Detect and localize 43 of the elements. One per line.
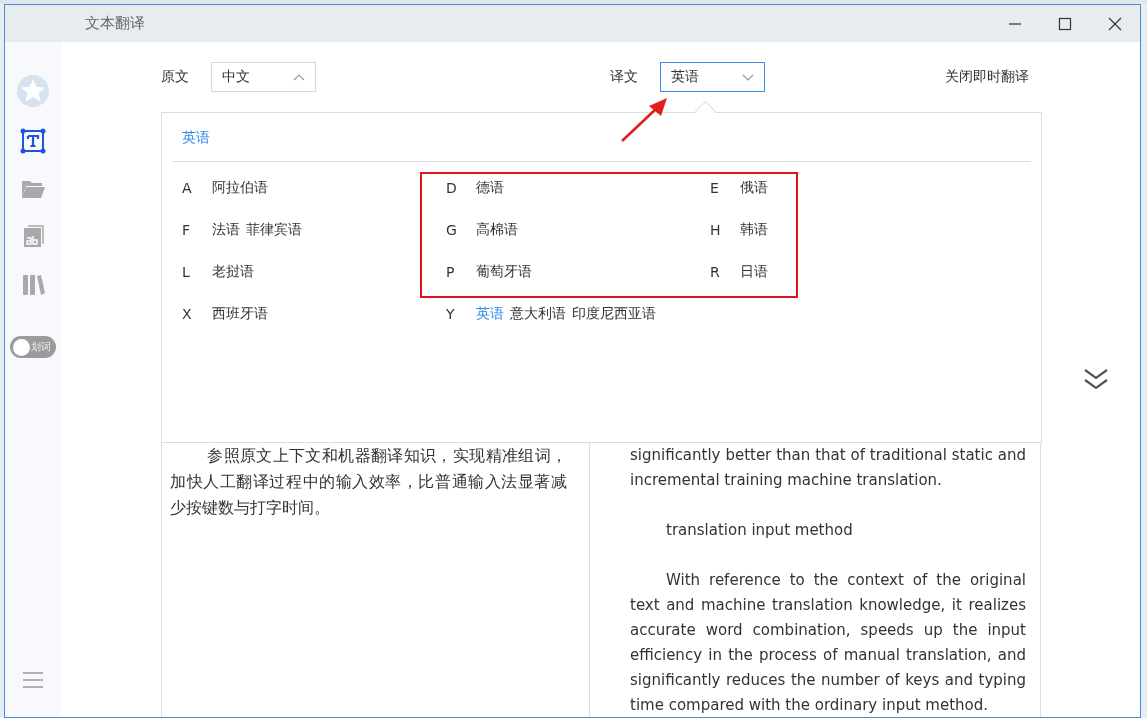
language-option[interactable]: 英语: [476, 305, 504, 323]
maximize-icon[interactable]: [1058, 16, 1072, 31]
source-paragraph: 参照原文上下文和机器翻译知识，实现精准组词，加快人工翻译过程中的输入效率，比普通输入法显著减少按键数与打字时间。: [170, 446, 567, 519]
index-letter: R: [710, 264, 721, 280]
target-language-dropdown[interactable]: 英语: [660, 62, 765, 92]
language-option[interactable]: 阿拉伯语: [212, 179, 268, 197]
language-option[interactable]: 西班牙语: [212, 305, 268, 323]
translation-paragraph: With reference to the context of the original text and machine translation knowledge, it realizes accurate word combination, speeds up the input efficiency in the process of manual translation, and significantly reduces the number of keys and typing time compared with the ordinary input method.: [630, 570, 1026, 716]
index-letter: Y: [446, 306, 456, 322]
window-title: 文本翻译: [85, 14, 145, 33]
language-option[interactable]: 法语: [212, 221, 240, 239]
books-icon[interactable]: [20, 272, 46, 298]
close-icon[interactable]: [1108, 16, 1122, 31]
language-option[interactable]: 意大利语: [510, 305, 566, 323]
translation-paragraph: translation input method: [665, 520, 854, 541]
text-frame-icon[interactable]: [20, 128, 46, 154]
language-option[interactable]: 葡萄牙语: [476, 263, 532, 281]
language-option[interactable]: 高棉语: [476, 221, 518, 239]
index-letter: D: [446, 180, 458, 196]
language-option[interactable]: 菲律宾语: [246, 221, 302, 239]
index-letter: F: [182, 222, 192, 238]
language-option[interactable]: 韩语: [740, 221, 768, 239]
index-letter: L: [182, 264, 191, 280]
current-language: 英语: [182, 129, 210, 147]
index-letter: G: [446, 222, 458, 238]
index-letter: A: [182, 180, 193, 196]
language-option[interactable]: 德语: [476, 179, 504, 197]
source-language-label: 原文: [161, 68, 189, 86]
index-letter: E: [710, 180, 720, 196]
language-option[interactable]: 老挝语: [212, 263, 254, 281]
language-option[interactable]: 日语: [740, 263, 768, 281]
index-letter: P: [446, 264, 456, 280]
target-language-label: 译文: [610, 68, 638, 86]
star-logo-icon: [16, 74, 50, 108]
instant-translate-toggle-link[interactable]: 关闭即时翻译: [945, 68, 1029, 86]
translation-paragraph: significantly better than that of traditional static and incremental training machine translation.: [630, 445, 1026, 491]
menu-icon[interactable]: [22, 671, 44, 689]
language-option[interactable]: 俄语: [740, 179, 768, 197]
index-letter: H: [710, 222, 722, 238]
double-chevron-down-icon[interactable]: [1083, 367, 1109, 391]
index-letter: X: [182, 306, 193, 322]
source-language-dropdown[interactable]: 中文: [211, 62, 316, 92]
language-option[interactable]: 印度尼西亚语: [572, 305, 656, 323]
